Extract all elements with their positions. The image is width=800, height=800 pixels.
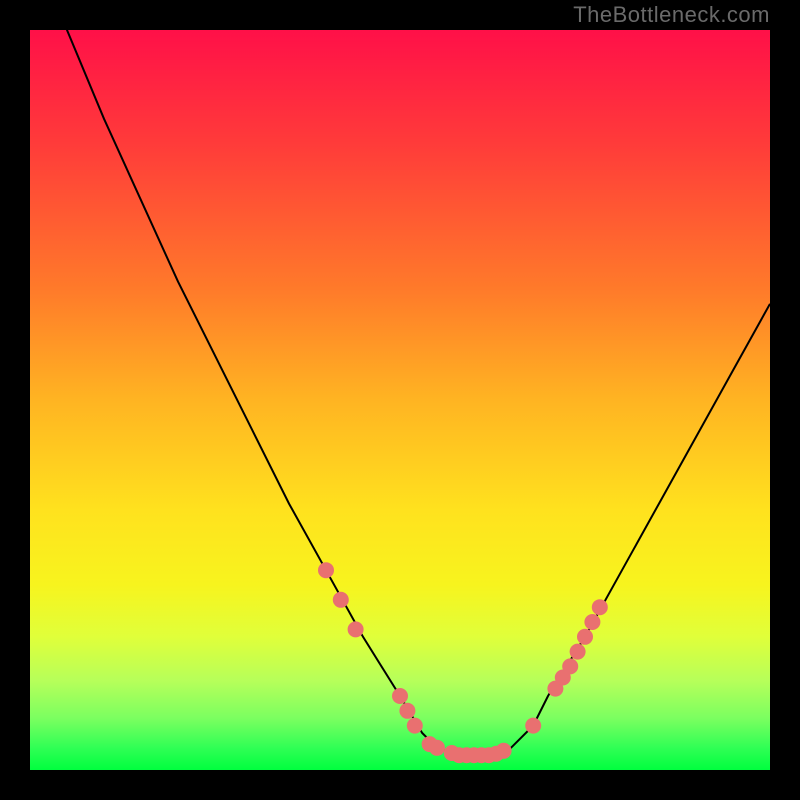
- data-marker: [392, 688, 408, 704]
- data-marker: [429, 740, 445, 756]
- data-marker: [399, 703, 415, 719]
- data-marker: [577, 629, 593, 645]
- data-marker: [407, 718, 423, 734]
- data-marker: [496, 743, 512, 759]
- data-marker: [562, 658, 578, 674]
- data-marker: [584, 614, 600, 630]
- chart-frame: TheBottleneck.com: [0, 0, 800, 800]
- chart-svg: [30, 30, 770, 770]
- bottleneck-curve: [30, 0, 770, 755]
- watermark-text: TheBottleneck.com: [573, 2, 770, 28]
- data-marker: [348, 621, 364, 637]
- data-marker: [525, 718, 541, 734]
- data-markers: [318, 562, 608, 763]
- data-marker: [570, 644, 586, 660]
- data-marker: [592, 599, 608, 615]
- plot-area: [30, 30, 770, 770]
- data-marker: [333, 592, 349, 608]
- data-marker: [318, 562, 334, 578]
